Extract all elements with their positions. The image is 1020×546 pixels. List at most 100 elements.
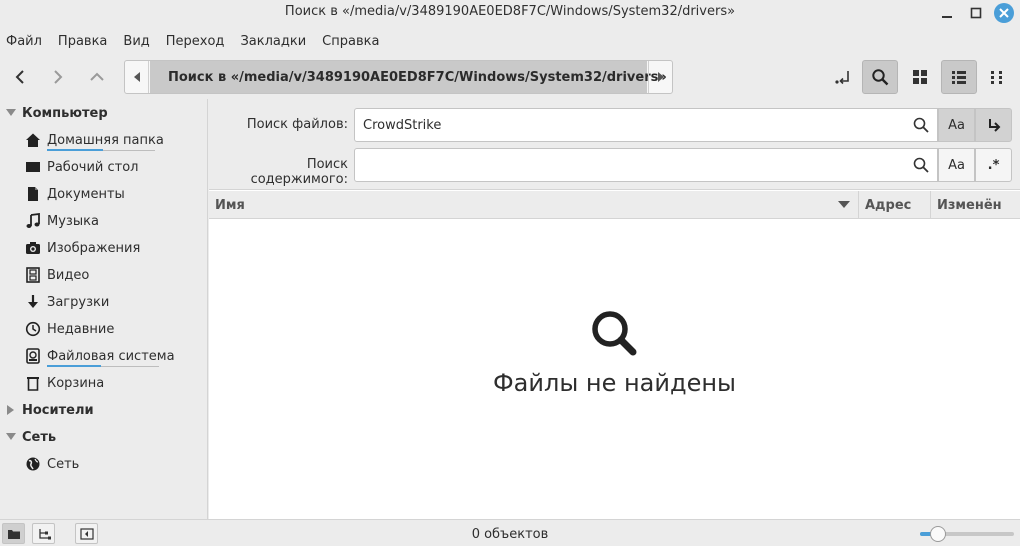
sidebar-section-devices[interactable]: Носители [0, 397, 94, 423]
network-icon [26, 457, 40, 471]
sidebar-item-label: Сеть [47, 456, 80, 472]
status-bar: 0 объектов [0, 519, 1020, 546]
sidebar-item-downloads[interactable]: Загрузки [24, 289, 109, 315]
zoom-slider-handle[interactable] [929, 526, 946, 542]
section-title: Компьютер [22, 105, 108, 121]
sidebar-item-music[interactable]: Музыка [24, 208, 99, 234]
search-panel: Поиск файлов: CrowdStrike Aa Поиск содер… [209, 99, 1020, 190]
compact-view-icon [991, 71, 1002, 84]
sidebar-item-label: Рабочий стол [47, 159, 139, 175]
content-case-sensitive-button[interactable]: Aa [938, 148, 975, 182]
sidebar-item-label: Музыка [47, 213, 99, 229]
column-header: Имя Адрес Изменён [209, 191, 1020, 219]
path-left-icon [133, 72, 140, 82]
search-icon [913, 117, 929, 133]
sidebar-item-label: Корзина [47, 375, 105, 391]
section-title: Сеть [22, 429, 57, 445]
camera-icon [26, 242, 40, 254]
trash-icon [27, 377, 39, 391]
window-title: Поиск в «/media/v/3489190AE0ED8F7C/Windo… [284, 4, 736, 19]
sidebar-item-label: Изображения [47, 240, 141, 256]
sidebar-item-videos[interactable]: Видео [24, 262, 89, 288]
location-bar: Поиск в «/media/v/3489190AE0ED8F7C/Windo… [124, 60, 673, 94]
music-icon [26, 213, 40, 228]
close-icon [999, 8, 1009, 18]
path-scroll-left[interactable] [125, 61, 149, 93]
sidebar-item-label: Файловая система [47, 349, 175, 367]
file-case-sensitive-button[interactable]: Aa [938, 108, 975, 142]
search-icon [592, 311, 637, 356]
sidebar-item-trash[interactable]: Корзина [24, 370, 104, 396]
menu-go[interactable]: Переход [160, 30, 231, 54]
toolbar: Поиск в «/media/v/3489190AE0ED8F7C/Windo… [0, 58, 1020, 96]
home-icon [26, 133, 40, 147]
up-icon [90, 72, 104, 81]
list-view-icon [952, 71, 966, 84]
menu-file[interactable]: Файл [0, 30, 48, 54]
main-pane: Поиск файлов: CrowdStrike Aa Поиск содер… [209, 99, 1020, 519]
close-button[interactable] [993, 2, 1015, 24]
column-address[interactable]: Адрес [859, 191, 931, 219]
sidebar-section-network[interactable]: Сеть [0, 424, 56, 450]
forward-button[interactable] [43, 62, 73, 92]
sidebar-item-desktop[interactable]: Рабочий стол [24, 154, 138, 180]
maximize-button[interactable] [965, 2, 987, 24]
sidebar-item-documents[interactable]: Документы [24, 181, 125, 207]
sidebar-item-recent[interactable]: Недавние [24, 316, 114, 342]
search-toggle-button[interactable] [862, 60, 898, 94]
open-terminal-button[interactable] [825, 60, 861, 94]
column-name-label: Имя [215, 197, 245, 213]
back-icon [15, 70, 24, 84]
sidebar-item-home[interactable]: Домашняя папка [24, 127, 164, 153]
compact-view-button[interactable] [979, 60, 1015, 94]
expanded-triangle-icon [6, 433, 16, 440]
sidebar-item-label: Документы [47, 186, 125, 202]
back-button[interactable] [5, 62, 35, 92]
content-search-input[interactable] [354, 148, 938, 182]
download-icon [28, 295, 38, 308]
section-title: Носители [22, 402, 94, 418]
content-search-label: Поиск содержимого: [250, 157, 348, 187]
search-icon [913, 157, 929, 173]
clock-icon [25, 321, 41, 337]
sidebar-section-computer[interactable]: Компьютер [0, 100, 108, 126]
document-icon [28, 187, 38, 201]
menu-edit[interactable]: Правка [52, 30, 113, 54]
expanded-triangle-icon [6, 109, 16, 116]
sort-descending-icon [838, 201, 850, 208]
recursive-search-button[interactable] [975, 108, 1012, 142]
search-toggle-icon [872, 69, 889, 86]
film-icon [26, 267, 40, 283]
column-modified[interactable]: Изменён [931, 191, 1020, 219]
up-button[interactable] [82, 62, 112, 92]
forward-icon [54, 70, 63, 84]
drive-icon [26, 348, 40, 364]
menu-bar: Файл Правка Вид Переход Закладки Справка [0, 30, 1020, 54]
column-name[interactable]: Имя [209, 191, 859, 219]
path-crumb[interactable]: Поиск в «/media/v/3489190AE0ED8F7C/Windo… [150, 61, 667, 93]
file-search-label: Поиск файлов: [246, 117, 348, 132]
sidebar-item-label: Недавние [47, 321, 115, 337]
sidebar: Компьютер Домашняя папка Рабочий стол До… [0, 99, 208, 519]
regex-button[interactable]: .* [975, 148, 1012, 182]
menu-bookmarks[interactable]: Закладки [234, 30, 312, 54]
zoom-slider[interactable] [920, 526, 1014, 542]
path-scroll-right[interactable] [648, 61, 672, 93]
open-terminal-icon [835, 71, 849, 85]
file-search-input[interactable]: CrowdStrike [354, 108, 938, 142]
icon-view-button[interactable] [902, 60, 938, 94]
menu-help[interactable]: Справка [316, 30, 385, 54]
sidebar-item-filesystem[interactable]: Файловая система [24, 343, 175, 369]
recursive-icon [988, 119, 1000, 132]
list-view-button[interactable] [941, 60, 977, 94]
sidebar-item-pictures[interactable]: Изображения [24, 235, 140, 261]
path-text: Поиск в «/media/v/3489190AE0ED8F7C/Windo… [168, 69, 667, 85]
minimize-icon [942, 16, 952, 18]
empty-state-message: Файлы не найдены [493, 369, 736, 397]
sidebar-item-network[interactable]: Сеть [24, 451, 79, 477]
status-text: 0 объектов [471, 527, 549, 542]
sidebar-item-label: Домашняя папка [47, 133, 164, 151]
minimize-button[interactable] [936, 2, 958, 24]
menu-view[interactable]: Вид [117, 30, 155, 54]
sidebar-item-label: Видео [47, 267, 90, 283]
